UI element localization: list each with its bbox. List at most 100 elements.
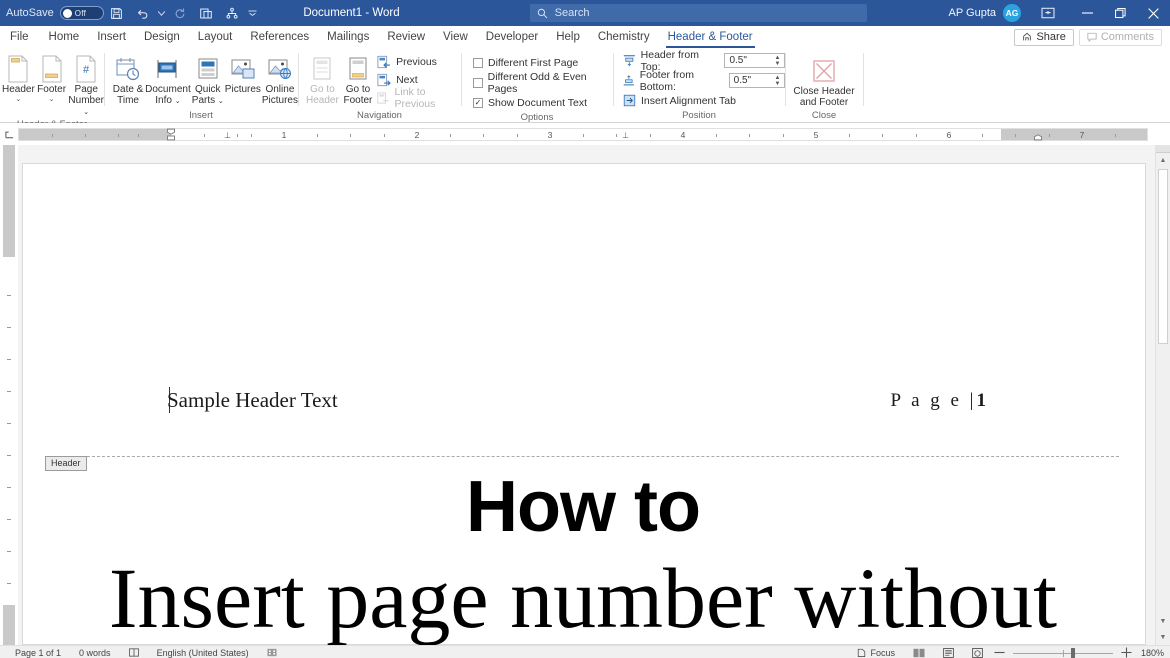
chevron-down-icon[interactable]: ⌄ bbox=[49, 96, 55, 103]
tab-layout[interactable]: Layout bbox=[189, 26, 242, 48]
autosave-knob bbox=[63, 9, 72, 18]
go-to-footer-button[interactable]: Go toFooter bbox=[342, 52, 374, 106]
tab-home[interactable]: Home bbox=[40, 26, 89, 48]
proofing-icon[interactable] bbox=[120, 648, 148, 657]
footer-from-bottom-input[interactable]: 0.5" ▲▼ bbox=[729, 73, 785, 88]
print-layout-button[interactable] bbox=[934, 648, 963, 658]
share-button[interactable]: Share bbox=[1014, 29, 1073, 46]
next-page-arrow[interactable]: ▼ bbox=[1156, 630, 1170, 645]
footer-button[interactable]: Footer ⌄ bbox=[37, 52, 67, 103]
spinner-arrows[interactable]: ▲▼ bbox=[772, 74, 783, 87]
previous-button[interactable]: Previous bbox=[377, 53, 461, 70]
title-bar: AutoSave Off Document1 - Word bbox=[0, 0, 1170, 26]
show-document-text-checkbox[interactable]: ✓ Show Document Text bbox=[473, 94, 587, 111]
vertical-ruler[interactable] bbox=[0, 145, 18, 645]
accessibility-icon[interactable] bbox=[258, 648, 286, 657]
tab-view[interactable]: View bbox=[434, 26, 477, 48]
tab-insert[interactable]: Insert bbox=[88, 26, 135, 48]
tab-developer[interactable]: Developer bbox=[477, 26, 547, 48]
page-number-button[interactable]: # PageNumber ⌄ bbox=[68, 52, 104, 118]
different-first-page-checkbox[interactable]: Different First Page bbox=[473, 54, 578, 71]
minimize-button[interactable] bbox=[1071, 0, 1104, 26]
quick-parts-button[interactable]: QuickParts ⌄ bbox=[192, 52, 224, 107]
page-number-field[interactable]: P a g e |1 bbox=[890, 390, 986, 412]
close-button[interactable] bbox=[1137, 0, 1170, 26]
pictures-label: Pictures bbox=[225, 84, 261, 95]
page-number-prefix: P a g e | bbox=[890, 390, 976, 411]
document-body[interactable]: How to Insert page number without deleti… bbox=[47, 464, 1119, 645]
ribbon-group-label: Position bbox=[613, 109, 785, 122]
search-input[interactable]: Search bbox=[530, 4, 867, 22]
tab-selector-button[interactable] bbox=[0, 123, 18, 145]
date-and-time-button[interactable]: Date &Time bbox=[112, 52, 144, 106]
chevron-down-icon[interactable]: ⌄ bbox=[15, 96, 21, 103]
ribbon-display-options-icon[interactable] bbox=[1033, 0, 1063, 26]
tab-file[interactable]: File bbox=[0, 26, 40, 48]
spinner-arrows[interactable]: ▲▼ bbox=[772, 54, 783, 67]
scrollbar-splitter[interactable] bbox=[1156, 145, 1170, 153]
document-page[interactable]: Sample Header Text P a g e |1 Header How… bbox=[22, 163, 1146, 645]
link-to-previous-label: Link to Previous bbox=[395, 86, 461, 110]
restore-button[interactable] bbox=[1104, 0, 1137, 26]
header-text[interactable]: Sample Header Text bbox=[167, 388, 338, 413]
scrollbar-thumb[interactable] bbox=[1158, 169, 1168, 344]
redo-icon[interactable] bbox=[167, 1, 193, 25]
save-icon[interactable] bbox=[104, 1, 130, 25]
page-info[interactable]: Page 1 of 1 bbox=[6, 648, 70, 658]
touch-mode-icon[interactable] bbox=[193, 1, 219, 25]
undo-dropdown-icon[interactable] bbox=[156, 1, 167, 25]
tab-chemistry[interactable]: Chemistry bbox=[589, 26, 659, 48]
comments-button[interactable]: Comments bbox=[1079, 29, 1162, 46]
zoom-in-button[interactable] bbox=[1119, 647, 1134, 658]
zoom-level[interactable]: 180% bbox=[1134, 648, 1164, 658]
left-margin-zone bbox=[19, 129, 171, 140]
account-name[interactable]: AP Gupta bbox=[949, 7, 997, 19]
tab-mailings[interactable]: Mailings bbox=[318, 26, 378, 48]
page-number-icon: # bbox=[74, 54, 98, 84]
customize-qat-icon[interactable] bbox=[219, 1, 245, 25]
header-from-top-field[interactable]: Header from Top: 0.5" ▲▼ bbox=[623, 52, 785, 69]
scroll-up-arrow[interactable]: ▲ bbox=[1156, 153, 1170, 168]
right-indent-marker[interactable] bbox=[1033, 128, 1043, 143]
read-mode-button[interactable] bbox=[904, 648, 934, 658]
horizontal-ruler[interactable]: 1 2 3 4 5 6 7 ⊥ ⊥ bbox=[18, 128, 1148, 141]
link-to-previous-icon bbox=[377, 91, 389, 105]
web-layout-button[interactable] bbox=[963, 648, 992, 658]
header-from-top-input[interactable]: 0.5" ▲▼ bbox=[724, 53, 785, 68]
footer-from-bottom-field[interactable]: Footer from Bottom: 0.5" ▲▼ bbox=[623, 72, 785, 89]
tab-references[interactable]: References bbox=[241, 26, 318, 48]
zoom-slider[interactable] bbox=[1013, 648, 1113, 658]
vertical-scrollbar[interactable]: ▲ ▼ ▼ bbox=[1155, 145, 1170, 645]
quick-parts-label: QuickParts ⌄ bbox=[192, 84, 224, 107]
tab-design[interactable]: Design bbox=[135, 26, 189, 48]
ribbon-group-insert: Date &Time DocumentInfo ⌄ QuickParts ⌄ P… bbox=[104, 48, 298, 122]
tab-bar-right: Share Comments bbox=[1014, 26, 1170, 48]
footer-from-bottom-value: 0.5" bbox=[734, 75, 751, 86]
scroll-down-arrow[interactable]: ▼ bbox=[1156, 614, 1170, 629]
document-info-button[interactable]: DocumentInfo ⌄ bbox=[145, 52, 191, 107]
zoom-slider-handle[interactable] bbox=[1071, 648, 1075, 658]
online-pictures-button[interactable]: OnlinePictures bbox=[262, 52, 298, 106]
horizontal-ruler-row: 1 2 3 4 5 6 7 ⊥ ⊥ bbox=[0, 123, 1170, 145]
tab-review[interactable]: Review bbox=[378, 26, 434, 48]
right-tab-stop[interactable]: ⊥ bbox=[622, 131, 629, 140]
insert-alignment-tab-button[interactable]: Insert Alignment Tab bbox=[623, 92, 736, 109]
qat-more-icon[interactable] bbox=[245, 1, 261, 25]
different-odd-even-pages-checkbox[interactable]: Different Odd & Even Pages bbox=[473, 74, 613, 91]
focus-button[interactable]: Focus bbox=[848, 648, 904, 658]
indent-marker[interactable] bbox=[166, 128, 176, 143]
language[interactable]: English (United States) bbox=[148, 648, 258, 658]
tab-help[interactable]: Help bbox=[547, 26, 589, 48]
ruler-number: 2 bbox=[415, 129, 420, 142]
word-count[interactable]: 0 words bbox=[70, 648, 120, 658]
autosave-toggle[interactable]: Off bbox=[60, 6, 104, 20]
header-button[interactable]: Header ⌄ bbox=[2, 52, 35, 103]
page-canvas[interactable]: Sample Header Text P a g e |1 Header How… bbox=[18, 145, 1170, 645]
tab-header-and-footer[interactable]: Header & Footer bbox=[659, 26, 762, 48]
center-tab-stop[interactable]: ⊥ bbox=[224, 131, 231, 140]
close-header-and-footer-button[interactable]: Close Headerand Footer bbox=[789, 54, 859, 108]
undo-icon[interactable] bbox=[130, 1, 156, 25]
pictures-button[interactable]: Pictures bbox=[225, 52, 261, 95]
zoom-out-button[interactable] bbox=[992, 651, 1007, 654]
avatar[interactable]: AG bbox=[1003, 4, 1021, 22]
